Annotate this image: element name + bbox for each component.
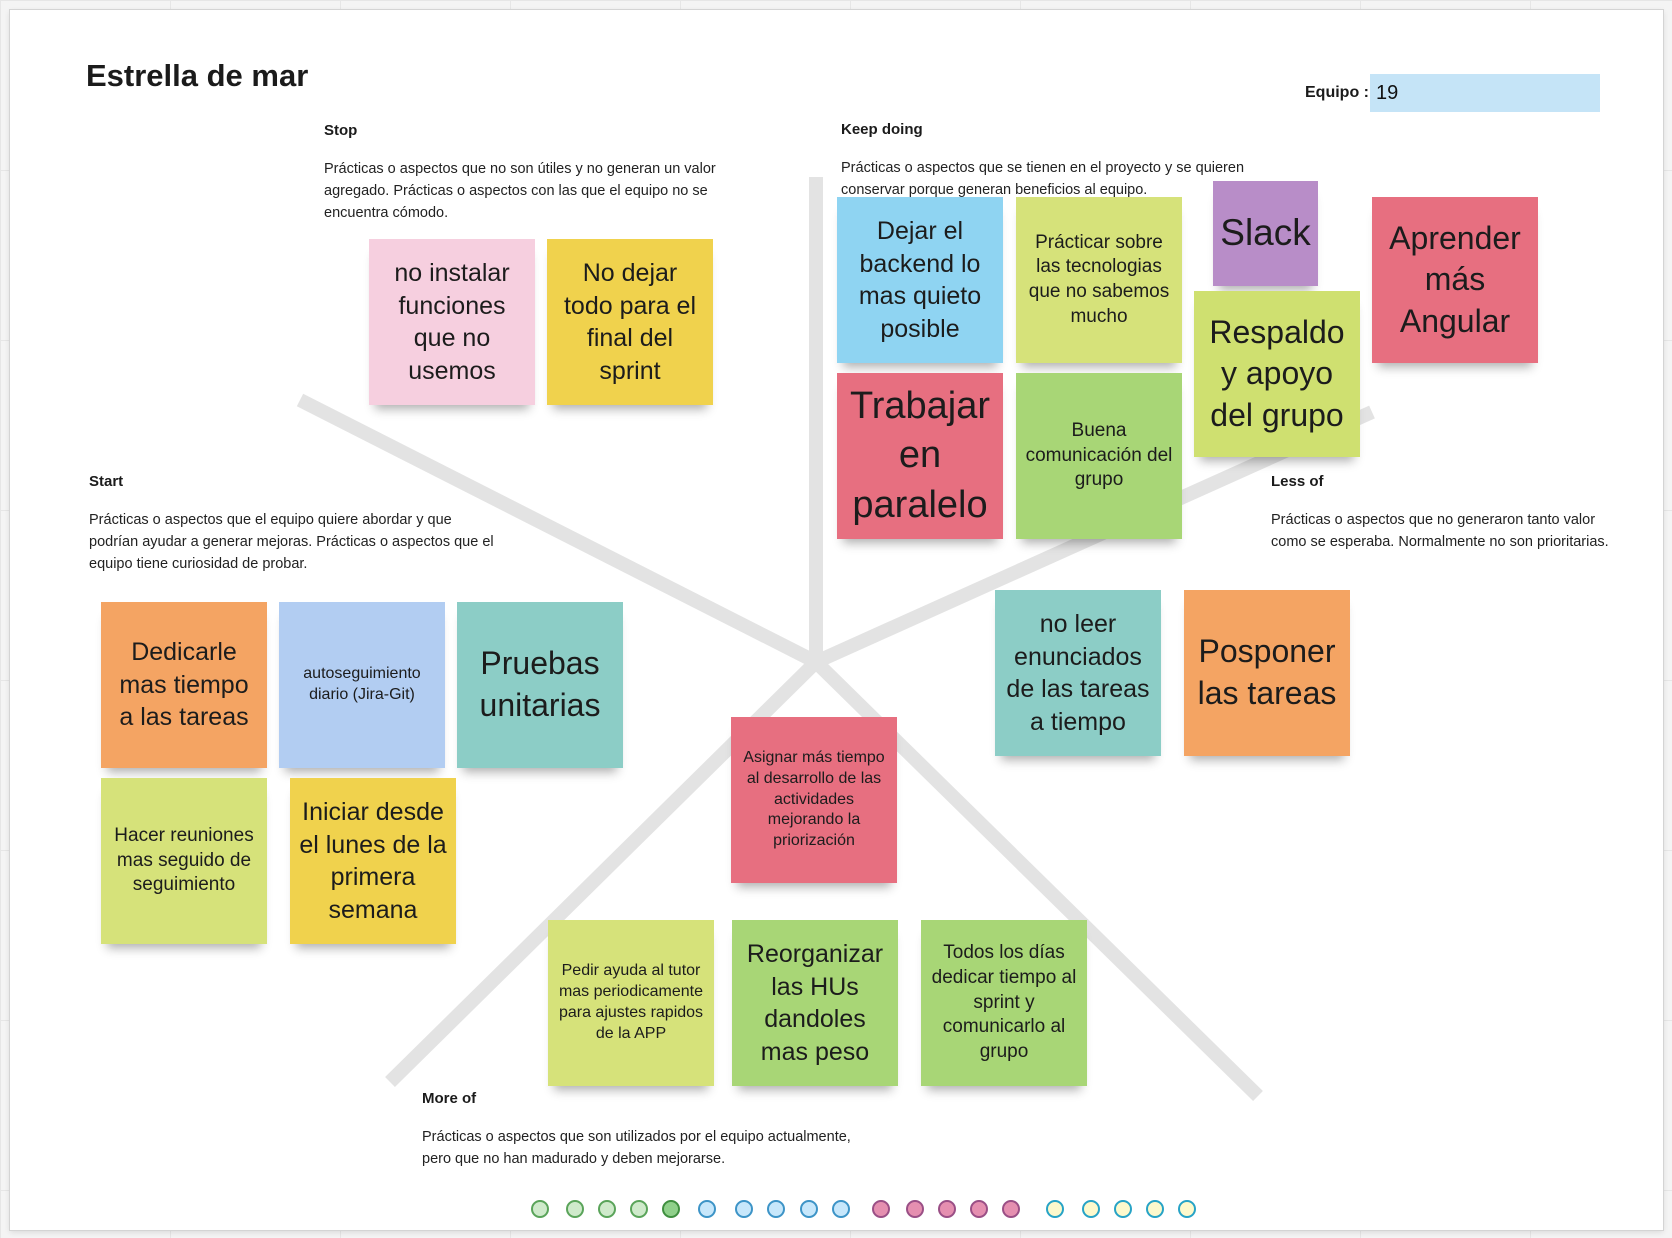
vote-dot[interactable] [1146, 1200, 1164, 1218]
vote-dot[interactable] [970, 1200, 988, 1218]
vote-dot[interactable] [938, 1200, 956, 1218]
section-desc-start: Prácticas o aspectos que el equipo quier… [89, 512, 494, 572]
sticky-note[interactable]: Respaldo y apoyo del grupo [1194, 291, 1360, 457]
vote-dot[interactable] [1046, 1200, 1064, 1218]
vote-dot[interactable] [598, 1200, 616, 1218]
vote-dot[interactable] [531, 1200, 549, 1218]
sticky-note[interactable]: No dejar todo para el final del sprint [547, 239, 713, 405]
section-title-start: Start [89, 473, 124, 490]
vote-dot[interactable] [832, 1200, 850, 1218]
vote-dot[interactable] [662, 1200, 680, 1218]
sticky-note[interactable]: Reorganizar las HUs dandoles mas peso [732, 920, 898, 1086]
vote-dot[interactable] [1082, 1200, 1100, 1218]
sticky-note[interactable]: Trabajar en paralelo [837, 373, 1003, 539]
sticky-note[interactable]: Pruebas unitarias [457, 602, 623, 768]
vote-dot[interactable] [566, 1200, 584, 1218]
vote-dot[interactable] [1002, 1200, 1020, 1218]
sticky-note[interactable]: no instalar funciones que no usemos [369, 239, 535, 405]
sticky-note[interactable]: Todos los días dedicar tiempo al sprint … [921, 920, 1087, 1086]
sticky-note[interactable]: Slack [1213, 181, 1318, 286]
vote-dot[interactable] [872, 1200, 890, 1218]
section-desc-stop: Prácticas o aspectos que no son útiles y… [324, 161, 716, 221]
vote-dot[interactable] [630, 1200, 648, 1218]
section-title-less: Less of [1271, 473, 1324, 490]
section-title-more: More of [422, 1090, 477, 1107]
vote-dot[interactable] [800, 1200, 818, 1218]
vote-dot[interactable] [767, 1200, 785, 1218]
vote-dot[interactable] [735, 1200, 753, 1218]
sticky-note[interactable]: no leer enunciados de las tareas a tiemp… [995, 590, 1161, 756]
vote-dot[interactable] [1178, 1200, 1196, 1218]
sticky-note[interactable]: Aprender más Angular [1372, 197, 1538, 363]
sticky-note[interactable]: Iniciar desde el lunes de la primera sem… [290, 778, 456, 944]
sticky-note[interactable]: Hacer reuniones mas seguido de seguimien… [101, 778, 267, 944]
sticky-note[interactable]: Posponer las tareas [1184, 590, 1350, 756]
section-title-keep: Keep doing [841, 121, 923, 138]
sticky-note[interactable]: autoseguimiento diario (Jira-Git) [279, 602, 445, 768]
team-label: Equipo : [1305, 84, 1369, 101]
section-title-stop: Stop [324, 122, 358, 139]
sticky-note[interactable]: Buena comunicación del grupo [1016, 373, 1182, 539]
sticky-note[interactable]: Pedir ayuda al tutor mas periodicamente … [548, 920, 714, 1086]
sticky-note[interactable]: Dedicarle mas tiempo a las tareas [101, 602, 267, 768]
sticky-note[interactable]: Prácticar sobre las tecnologias que no s… [1016, 197, 1182, 363]
section-desc-less: Prácticas o aspectos que no generaron ta… [1271, 512, 1609, 550]
vote-dot[interactable] [698, 1200, 716, 1218]
vote-dot[interactable] [1114, 1200, 1132, 1218]
sticky-note[interactable]: Dejar el backend lo mas quieto posible [837, 197, 1003, 363]
vote-dot[interactable] [906, 1200, 924, 1218]
sticky-note[interactable]: Asignar más tiempo al desarrollo de las … [731, 717, 897, 883]
board-title: Estrella de mar [86, 58, 309, 93]
section-desc-more: Prácticas o aspectos que son utilizados … [422, 1129, 851, 1167]
team-field[interactable] [1370, 74, 1600, 112]
